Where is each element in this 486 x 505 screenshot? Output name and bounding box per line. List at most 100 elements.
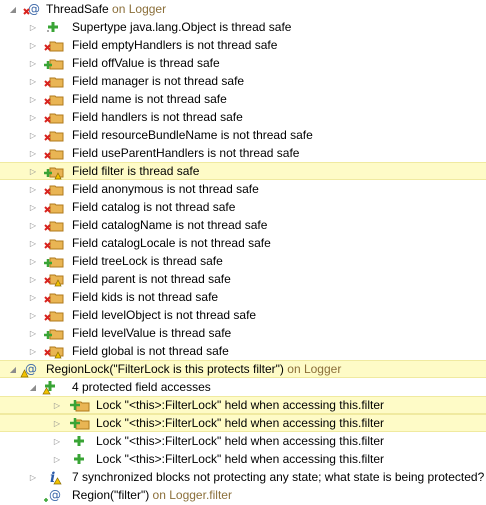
expand-arrow-icon[interactable]: ▷ xyxy=(28,108,38,126)
tree-node-child[interactable]: ▷ Field global is not thread safe xyxy=(0,342,486,360)
expand-arrow-icon[interactable]: ▷ xyxy=(28,306,38,324)
tree-node-child[interactable]: ▷ Field levelObject is not thread safe xyxy=(0,306,486,324)
expand-arrow-icon[interactable]: ▷ xyxy=(28,126,38,144)
red-x-folder-icon xyxy=(44,306,64,324)
expand-arrow-icon[interactable]: ▷ xyxy=(28,324,38,342)
tree-node-child[interactable]: ▷ Field handlers is not thread safe xyxy=(0,108,486,126)
tree-node-access-item[interactable]: ▷ Lock "<this>:FilterLock" held when acc… xyxy=(0,432,486,450)
expand-arrow-icon[interactable]: ▷ xyxy=(28,180,38,198)
green-plus-folder-icon xyxy=(44,54,64,72)
model-x-icon: @ xyxy=(22,0,42,18)
tree-node-child[interactable]: ▷ Field emptyHandlers is not thread safe xyxy=(0,36,486,54)
tree-node-child[interactable]: ▷ Field treeLock is thread safe xyxy=(0,252,486,270)
tree-node-regionlock[interactable]: ◢ @ RegionLock("FilterLock is this prote… xyxy=(0,360,486,378)
node-label: Lock "<this>:FilterLock" held when acces… xyxy=(96,398,384,412)
node-label: RegionLock("FilterLock is this protects … xyxy=(46,362,284,376)
expand-arrow-icon[interactable]: ▷ xyxy=(28,468,38,486)
green-plus-folder-icon xyxy=(70,415,90,431)
green-plus-folder-warning-icon xyxy=(44,163,64,180)
svg-text:@: @ xyxy=(49,488,61,502)
red-x-folder-icon xyxy=(44,108,64,126)
red-x-folder-icon xyxy=(44,90,64,108)
node-label: Field parent is not thread safe xyxy=(72,272,231,286)
tree-node-threadsafe[interactable]: ◢ @ ThreadSafe on Logger xyxy=(0,0,486,18)
expand-arrow-icon[interactable]: ▷ xyxy=(28,198,38,216)
tree-node-access-item[interactable]: ▷ Lock "<this>:FilterLock" held when acc… xyxy=(0,450,486,468)
red-x-folder-icon xyxy=(44,180,64,198)
green-plus-icon xyxy=(70,432,90,450)
expand-arrow-icon[interactable]: ▷ xyxy=(28,18,38,36)
expand-arrow-icon[interactable]: ▷ xyxy=(52,415,62,431)
node-label: Field offValue is thread safe xyxy=(72,56,220,70)
tree-node-child[interactable]: ▷ Field useParentHandlers is not thread … xyxy=(0,144,486,162)
tree-node-child[interactable]: ▷ Field offValue is thread safe xyxy=(0,54,486,72)
tree-node-access-item[interactable]: ▷ Lock "<this>:FilterLock" held when acc… xyxy=(0,414,486,432)
expand-arrow-icon[interactable]: ▷ xyxy=(52,432,62,450)
svg-text:@: @ xyxy=(28,2,40,16)
red-x-folder-icon xyxy=(44,72,64,90)
node-label: Field anonymous is not thread safe xyxy=(72,182,259,196)
tree-node-child[interactable]: ▷ Field catalogName is not thread safe xyxy=(0,216,486,234)
node-label: Field manager is not thread safe xyxy=(72,74,245,88)
node-label: 4 protected field accesses xyxy=(72,380,211,394)
expand-arrow-icon[interactable]: ▷ xyxy=(28,90,38,108)
tree-node-child-highlighted[interactable]: ▷ Field filter is thread safe xyxy=(0,162,486,180)
node-label: Field filter is thread safe xyxy=(72,164,200,178)
green-plus-folder-icon xyxy=(44,252,64,270)
expand-arrow-icon[interactable]: ▷ xyxy=(28,288,38,306)
node-label: Field levelValue is thread safe xyxy=(72,326,232,340)
node-label: Region("filter") xyxy=(72,488,150,502)
expand-arrow-icon[interactable]: ▷ xyxy=(28,252,38,270)
node-label: Field name is not thread safe xyxy=(72,92,227,106)
collapse-arrow-icon[interactable]: ◢ xyxy=(8,0,18,18)
green-plus-warning-icon xyxy=(42,378,62,396)
tree-node-child[interactable]: ▷ Field anonymous is not thread safe xyxy=(0,180,486,198)
tree-node-child[interactable]: ▷ Supertype java.lang.Object is thread s… xyxy=(0,18,486,36)
node-label: Field catalogLocale is not thread safe xyxy=(72,236,271,250)
expand-arrow-icon[interactable]: ▷ xyxy=(28,216,38,234)
node-label: Field treeLock is thread safe xyxy=(72,254,223,268)
tree-node-child[interactable]: ▷ Field resourceBundleName is not thread… xyxy=(0,126,486,144)
node-label: ThreadSafe xyxy=(46,2,109,16)
expand-arrow-icon[interactable]: ▷ xyxy=(28,36,38,54)
expand-arrow-icon[interactable]: ▷ xyxy=(28,163,38,179)
tree-node-child[interactable]: ▷ Field levelValue is thread safe xyxy=(0,324,486,342)
tree-node-child[interactable]: ▷ Field catalog is not thread safe xyxy=(0,198,486,216)
green-plus-folder-icon xyxy=(70,397,90,413)
red-x-folder-icon xyxy=(44,216,64,234)
expand-arrow-icon[interactable]: ▷ xyxy=(28,54,38,72)
green-plus-icon xyxy=(70,450,90,468)
node-label: Field useParentHandlers is not thread sa… xyxy=(72,146,300,160)
expand-arrow-icon[interactable]: ▷ xyxy=(28,342,38,360)
tree-node-child[interactable]: ▷ Field parent is not thread safe xyxy=(0,270,486,288)
tree-node-child[interactable]: ▷ Field kids is not thread safe xyxy=(0,288,486,306)
collapse-arrow-icon[interactable]: ◢ xyxy=(8,361,18,377)
node-label: Field resourceBundleName is not thread s… xyxy=(72,128,313,142)
red-x-folder-icon xyxy=(44,198,64,216)
node-label: Field levelObject is not thread safe xyxy=(72,308,257,322)
tree-node-accesses[interactable]: ◢ 4 protected field accesses xyxy=(0,378,486,396)
red-x-folder-icon xyxy=(44,36,64,54)
node-label: Field emptyHandlers is not thread safe xyxy=(72,38,278,52)
tree-node-access-item[interactable]: ▷ Lock "<this>:FilterLock" held when acc… xyxy=(0,396,486,414)
info-icon: i xyxy=(44,468,64,486)
expand-arrow-icon[interactable]: ▷ xyxy=(28,72,38,90)
node-label: Field catalog is not thread safe xyxy=(72,200,236,214)
collapse-arrow-icon[interactable]: ◢ xyxy=(28,378,38,396)
red-x-folder-icon xyxy=(44,144,64,162)
node-label: 7 synchronized blocks not protecting any… xyxy=(72,470,485,484)
tree-node-child[interactable]: ▷ Field name is not thread safe xyxy=(0,90,486,108)
tree-node-child[interactable]: ▷ Field manager is not thread safe xyxy=(0,72,486,90)
node-suffix: on Logger xyxy=(108,2,167,16)
expand-arrow-icon[interactable]: ▷ xyxy=(28,144,38,162)
tree-node-child[interactable]: ▷ Field catalogLocale is not thread safe xyxy=(0,234,486,252)
expand-arrow-icon[interactable]: ▷ xyxy=(52,397,62,413)
tree-node-info[interactable]: ▷ i 7 synchronized blocks not protecting… xyxy=(0,468,486,486)
node-label: Supertype java.lang.Object is thread saf… xyxy=(72,20,292,34)
expand-arrow-icon[interactable]: ▷ xyxy=(28,270,38,288)
expand-arrow-icon[interactable]: ▷ xyxy=(28,234,38,252)
green-plus-icon xyxy=(44,18,64,36)
node-label: Field handlers is not thread safe xyxy=(72,110,243,124)
expand-arrow-icon[interactable]: ▷ xyxy=(52,450,62,468)
tree-node-region-filter[interactable]: @ Region("filter") on Logger.filter xyxy=(0,486,486,504)
